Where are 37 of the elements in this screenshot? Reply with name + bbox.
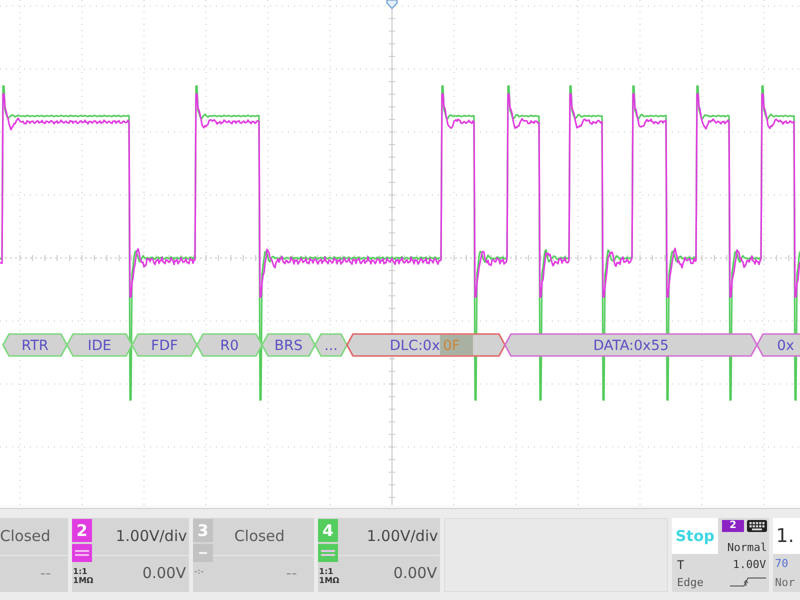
- run-status: Stop: [672, 518, 718, 554]
- trigger-delay: 70: [775, 558, 790, 569]
- probe-ratio: 1:1: [318, 567, 334, 576]
- trigger-level-value: 1.00V: [732, 559, 766, 570]
- timebase-scale: 1.: [773, 518, 800, 554]
- offset-value: 0.00V: [393, 566, 437, 582]
- input-impedance: 1MΩ: [72, 576, 94, 585]
- offset-value: 0.00V: [142, 566, 186, 582]
- channel-number-badge: 4: [318, 519, 338, 542]
- scale-value: 1.00V/div: [116, 528, 187, 544]
- channel-status: Closed: [0, 528, 50, 544]
- trigger-type: Edge: [677, 576, 704, 588]
- decoded-field: IDE: [66, 333, 133, 357]
- decoded-field: FDF: [131, 333, 198, 357]
- channel-number-badge: 3: [193, 519, 213, 542]
- trigger-mode: Normal: [727, 542, 767, 553]
- probe-ratio: 1:1: [72, 567, 88, 576]
- decoded-field: RTR: [2, 333, 68, 357]
- trigger-source-badge: 2: [722, 520, 744, 532]
- decoded-field: R0: [196, 333, 263, 357]
- offset-value: --: [40, 566, 51, 582]
- decoded-field: BRS: [261, 333, 316, 357]
- probe-ratio: -:-: [193, 567, 204, 576]
- offset-value: --: [286, 566, 297, 582]
- highlighted-value: 0F: [440, 335, 473, 355]
- input-impedance: 1MΩ: [318, 576, 340, 585]
- equals-icon: [318, 544, 338, 562]
- decoded-field: 0x: [756, 333, 800, 357]
- marker-icon: [386, 0, 398, 9]
- rising-edge-icon: [730, 577, 766, 588]
- equals-icon: [72, 544, 92, 562]
- channel-number-badge: 2: [72, 519, 92, 542]
- channel-status: Closed: [234, 528, 285, 544]
- scale-value: 1.00V/div: [366, 528, 438, 544]
- timebase-mode: Nor: [775, 577, 796, 588]
- decoded-field: ...: [314, 333, 348, 357]
- trigger-label: T: [677, 558, 684, 571]
